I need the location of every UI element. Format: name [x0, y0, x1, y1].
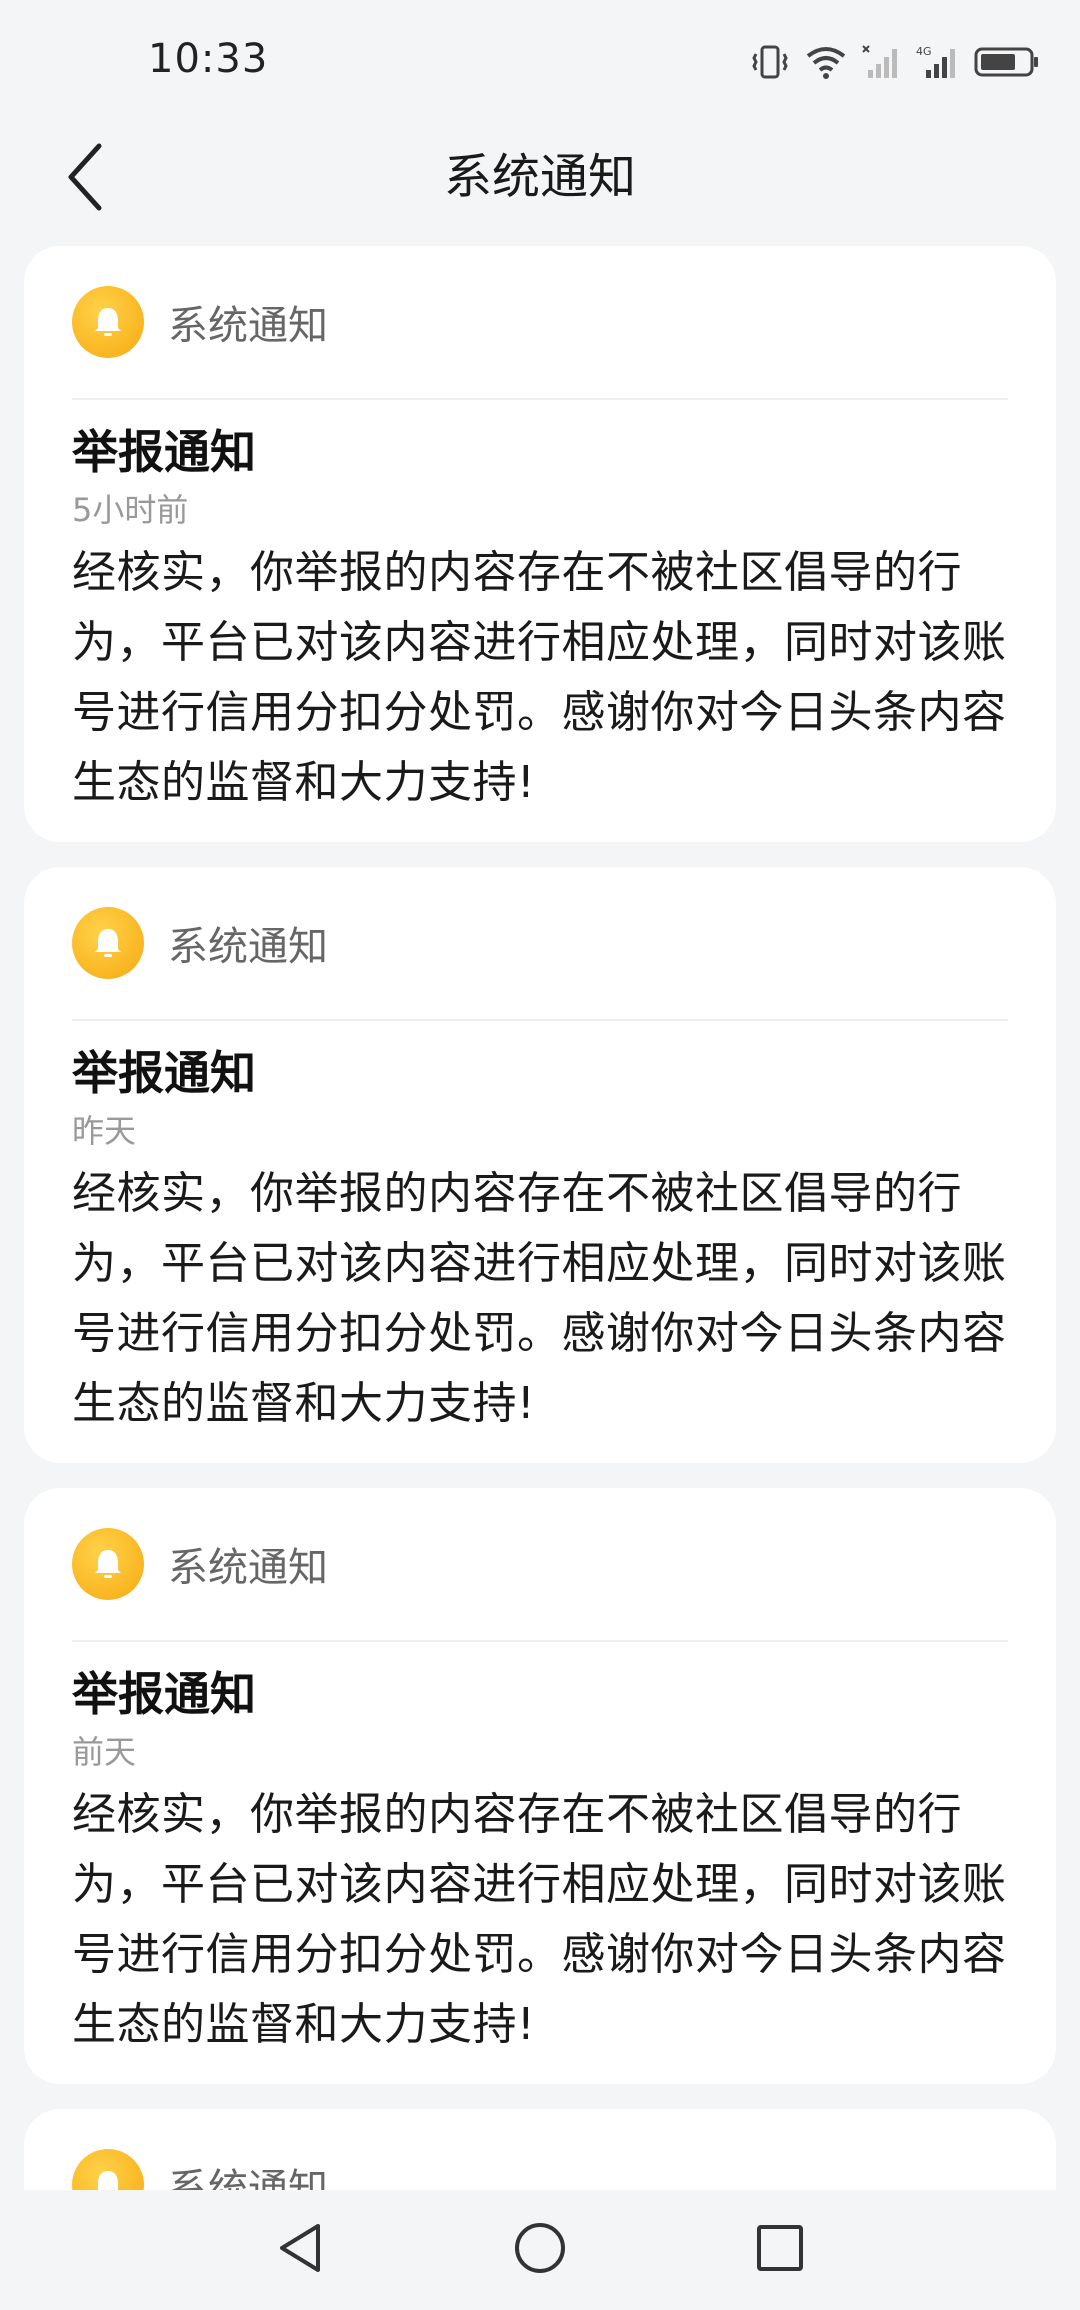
signal-sim1-icon [862, 44, 902, 80]
nav-recents-button[interactable] [735, 2205, 825, 2295]
signal-sim2-icon: 4G [916, 44, 960, 80]
card-title: 举报通知 [72, 425, 256, 479]
system-nav-bar [0, 2190, 1080, 2310]
card-time: 昨天 [72, 1112, 137, 1150]
card-header: 系统通知 [72, 1488, 1008, 1642]
card-source: 系统通知 [168, 1545, 328, 1591]
bell-icon [72, 907, 144, 979]
header: 系统通知 [0, 120, 1080, 240]
wifi-icon [804, 44, 848, 80]
notification-card[interactable]: 系统通知 举报通知 昨天 经核实，你举报的内容存在不被社区倡导的行为，平台已对该… [24, 867, 1056, 1463]
nav-back-button[interactable] [255, 2205, 345, 2295]
card-body: 经核实，你举报的内容存在不被社区倡导的行为，平台已对该内容进行相应处理，同时对该… [72, 1789, 1007, 2050]
page-title: 系统通知 [443, 149, 636, 205]
card-header: 系统通知 [72, 246, 1008, 400]
vibrate-icon [750, 44, 790, 80]
notification-list[interactable]: 系统通知 举报通知 5小时前 经核实，你举报的内容存在不被社区倡导的行为，平台已… [24, 246, 1056, 2254]
notification-card[interactable]: 系统通知 举报通知 5小时前 经核实，你举报的内容存在不被社区倡导的行为，平台已… [24, 246, 1056, 842]
card-title: 举报通知 [72, 1046, 256, 1100]
triangle-back-icon [274, 2220, 326, 2280]
status-time: 10:33 [148, 36, 269, 82]
card-title: 举报通知 [72, 1667, 256, 1721]
battery-icon [974, 44, 1040, 80]
status-bar: 10:33 4G [0, 0, 1080, 120]
bell-icon [72, 1528, 144, 1600]
network-type-label: 4G [916, 45, 932, 58]
card-source: 系统通知 [168, 303, 328, 349]
square-recents-icon [754, 2222, 806, 2278]
status-icons: 4G [750, 38, 1040, 86]
card-body: 经核实，你举报的内容存在不被社区倡导的行为，平台已对该内容进行相应处理，同时对该… [72, 547, 1007, 808]
card-header: 系统通知 [72, 867, 1008, 1021]
circle-home-icon [512, 2220, 568, 2280]
card-time: 前天 [72, 1733, 137, 1771]
card-time: 5小时前 [72, 491, 189, 529]
card-body: 经核实，你举报的内容存在不被社区倡导的行为，平台已对该内容进行相应处理，同时对该… [72, 1168, 1007, 1429]
card-source: 系统通知 [168, 924, 328, 970]
nav-home-button[interactable] [495, 2205, 585, 2295]
bell-icon [72, 286, 144, 358]
notification-card[interactable]: 系统通知 举报通知 前天 经核实，你举报的内容存在不被社区倡导的行为，平台已对该… [24, 1488, 1056, 2084]
